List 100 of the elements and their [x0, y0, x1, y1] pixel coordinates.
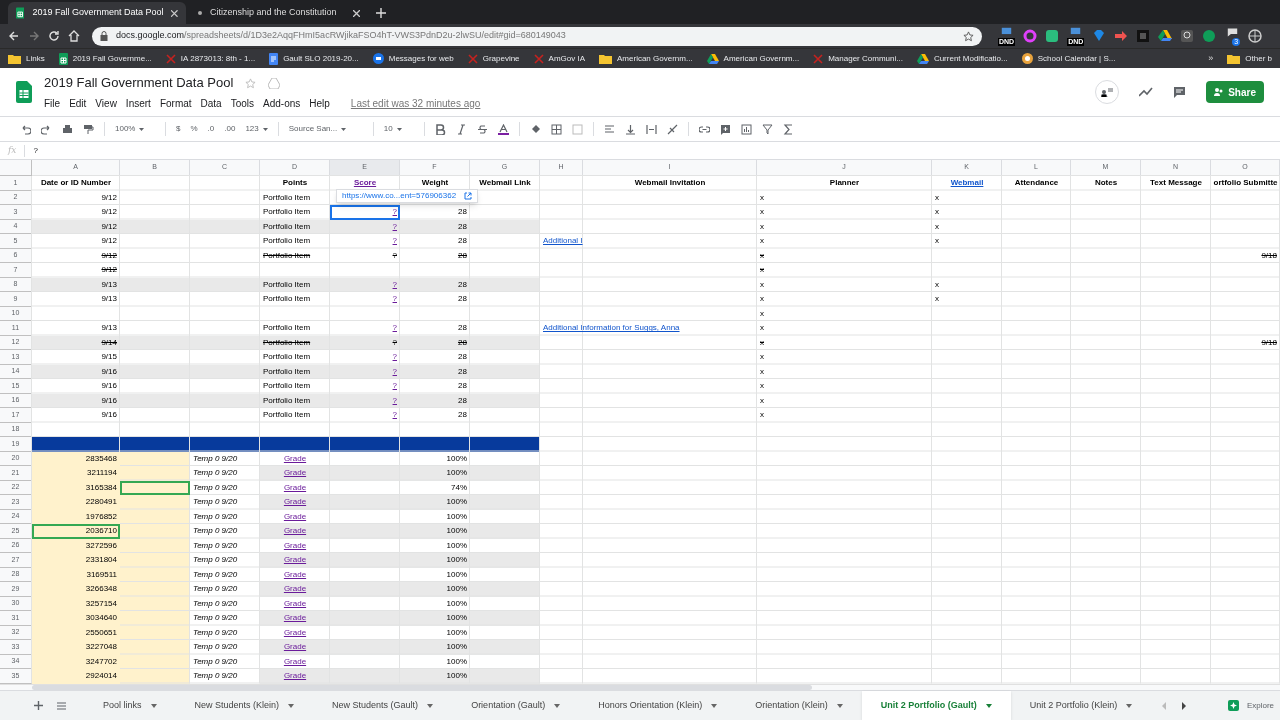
formula-field[interactable]: ? — [33, 144, 1272, 157]
scroll-bar[interactable] — [32, 685, 812, 690]
bookmark-item[interactable]: Messages for web — [372, 52, 454, 65]
explore-button[interactable]: Explore — [1227, 699, 1274, 712]
decrease-decimal-button[interactable]: .0 — [207, 123, 215, 135]
zoom-select[interactable]: 100% — [115, 123, 155, 135]
circle-icon[interactable] — [1202, 29, 1217, 43]
cell-link[interactable]: ? — [392, 409, 397, 422]
star-icon[interactable] — [245, 77, 257, 89]
redo-icon[interactable] — [41, 123, 52, 135]
browser-tab[interactable]: 2019 Fall Government Data Pool — [8, 2, 186, 24]
back-icon[interactable] — [8, 30, 20, 42]
cell-link[interactable]: Additional Information for Suggs, Anna — [543, 322, 680, 335]
sheet-tab[interactable]: Orientation (Klein) — [736, 691, 862, 720]
external-link-icon[interactable] — [464, 192, 473, 200]
functions-icon[interactable] — [782, 123, 794, 135]
reload-icon[interactable] — [48, 30, 60, 42]
home-icon[interactable] — [68, 30, 80, 42]
filter-icon[interactable] — [761, 123, 773, 135]
cell-link[interactable]: Additional I — [543, 235, 583, 248]
bookmark-item[interactable]: American Governm... — [706, 52, 800, 65]
arrow-icon[interactable] — [1114, 29, 1129, 43]
close-icon[interactable] — [353, 9, 360, 17]
bookmark-item[interactable]: Other b — [1227, 52, 1272, 65]
bold-icon[interactable] — [434, 123, 446, 135]
font-select[interactable]: Source San... — [288, 123, 363, 135]
sheet-tab[interactable]: Orientation (Gault) — [452, 691, 580, 720]
percent-button[interactable]: % — [190, 123, 198, 135]
link-icon[interactable] — [698, 123, 710, 135]
menu-item[interactable]: View — [95, 95, 117, 111]
gem-icon[interactable] — [1092, 29, 1107, 43]
trend-icon[interactable] — [1139, 87, 1154, 97]
sheet-tab[interactable]: Unit 2 Portfolio (Gault) — [861, 691, 1011, 720]
insert-comment-icon[interactable] — [719, 123, 731, 135]
sheets-logo-icon[interactable] — [16, 81, 32, 103]
close-icon[interactable] — [171, 9, 178, 17]
sheet-tab[interactable]: New Students (Klein) — [175, 691, 314, 720]
cell-link[interactable]: Grade — [283, 467, 307, 480]
cell-link[interactable]: Grade — [283, 568, 307, 581]
link-preview-tooltip[interactable]: https://www.co...ent=576906362 — [336, 189, 479, 203]
cell-link[interactable]: ? — [392, 293, 397, 306]
chart-icon[interactable] — [740, 123, 752, 135]
share-button[interactable]: Share — [1206, 81, 1264, 103]
cell-link[interactable]: ? — [392, 220, 397, 233]
sheet-tab[interactable]: Honors Orientation (Klein) — [579, 691, 737, 720]
sheet-tab[interactable]: New Students (Gault) — [313, 691, 453, 720]
cell-link[interactable]: Grade — [283, 481, 307, 494]
menu-item[interactable]: Edit — [69, 95, 87, 111]
print-icon[interactable] — [62, 123, 73, 135]
more-bookmarks-button[interactable]: » — [1208, 51, 1214, 66]
text-rotation-icon[interactable] — [666, 123, 678, 135]
bookmark-item[interactable]: School Calendar | S... — [1021, 52, 1116, 65]
new-tab-icon[interactable] — [376, 8, 386, 18]
currency-button[interactable]: $ — [176, 123, 181, 135]
increase-decimal-button[interactable]: .00 — [224, 123, 236, 135]
font-size-select[interactable]: 10 — [383, 123, 414, 135]
strikethrough-icon[interactable] — [476, 123, 488, 135]
cell-link[interactable]: Grade — [283, 612, 307, 625]
menu-item[interactable]: Data — [200, 95, 222, 111]
bookmark-item[interactable]: AmGov IA — [533, 52, 586, 65]
star-icon[interactable] — [963, 30, 974, 42]
cell-link[interactable]: Grade — [283, 539, 307, 552]
cell-link[interactable]: Grade — [283, 670, 307, 683]
bookmark-item[interactable]: Manager Communi... — [813, 52, 903, 65]
sheet-tab[interactable]: Pool links — [84, 691, 176, 720]
cell-link[interactable]: ? — [392, 278, 397, 291]
browser-tab[interactable]: Citizenship and the Constitution — [190, 2, 368, 24]
borders-icon[interactable] — [550, 123, 562, 135]
sheet-tab[interactable]: Unit 2 Portfolio (Klein) — [1010, 691, 1152, 720]
menu-item[interactable]: Tools — [230, 95, 255, 111]
cell-link[interactable]: Webmail — [950, 177, 984, 190]
cell-link[interactable]: ? — [392, 380, 397, 393]
cell-link[interactable]: Grade — [283, 597, 307, 610]
menu-item[interactable]: Insert — [125, 95, 151, 111]
forward-icon[interactable] — [28, 30, 40, 42]
cell-link[interactable]: ? — [392, 322, 397, 335]
italic-icon[interactable] — [455, 123, 467, 135]
square-icon[interactable] — [1045, 29, 1060, 43]
add-sheet-icon[interactable] — [34, 701, 43, 710]
format-select[interactable]: 123 — [245, 123, 268, 135]
vertical-align-icon[interactable] — [624, 123, 636, 135]
bookmark-item[interactable]: IA 2873013: 8th - 1... — [165, 52, 256, 65]
cell-link[interactable]: ? — [392, 365, 397, 378]
cell-link[interactable]: Grade — [283, 583, 307, 596]
bookmark-item[interactable]: Links — [8, 52, 45, 65]
menu-item[interactable]: Format — [159, 95, 192, 111]
last-edit-link[interactable]: Last edit was 32 minutes ago — [350, 95, 481, 111]
address-bar[interactable]: docs.google.com/spreadsheets/d/1D3e2AqqFHmI5acRWjikaFSO4hT-VWS3PdnD2u-2lwSU/edit#gid=680149043 — [92, 26, 982, 46]
document-title[interactable]: 2019 Fall Government Data Pool — [44, 73, 234, 93]
cell-link[interactable]: Score — [353, 177, 377, 190]
bookmark-item[interactable]: American Governm... — [599, 52, 693, 65]
cell-link[interactable]: Grade — [283, 641, 307, 654]
bookmark-item[interactable]: 2019 Fall Governme... — [58, 52, 152, 65]
globe-icon[interactable] — [1248, 29, 1263, 43]
cell-link[interactable]: Grade — [283, 655, 307, 668]
grid-icon[interactable] — [1136, 29, 1151, 43]
scroll-right-icon[interactable] — [1181, 701, 1188, 710]
cell-link[interactable]: ? — [392, 235, 397, 248]
menu-item[interactable]: Help — [309, 95, 330, 111]
menu-item[interactable]: File — [44, 95, 61, 111]
